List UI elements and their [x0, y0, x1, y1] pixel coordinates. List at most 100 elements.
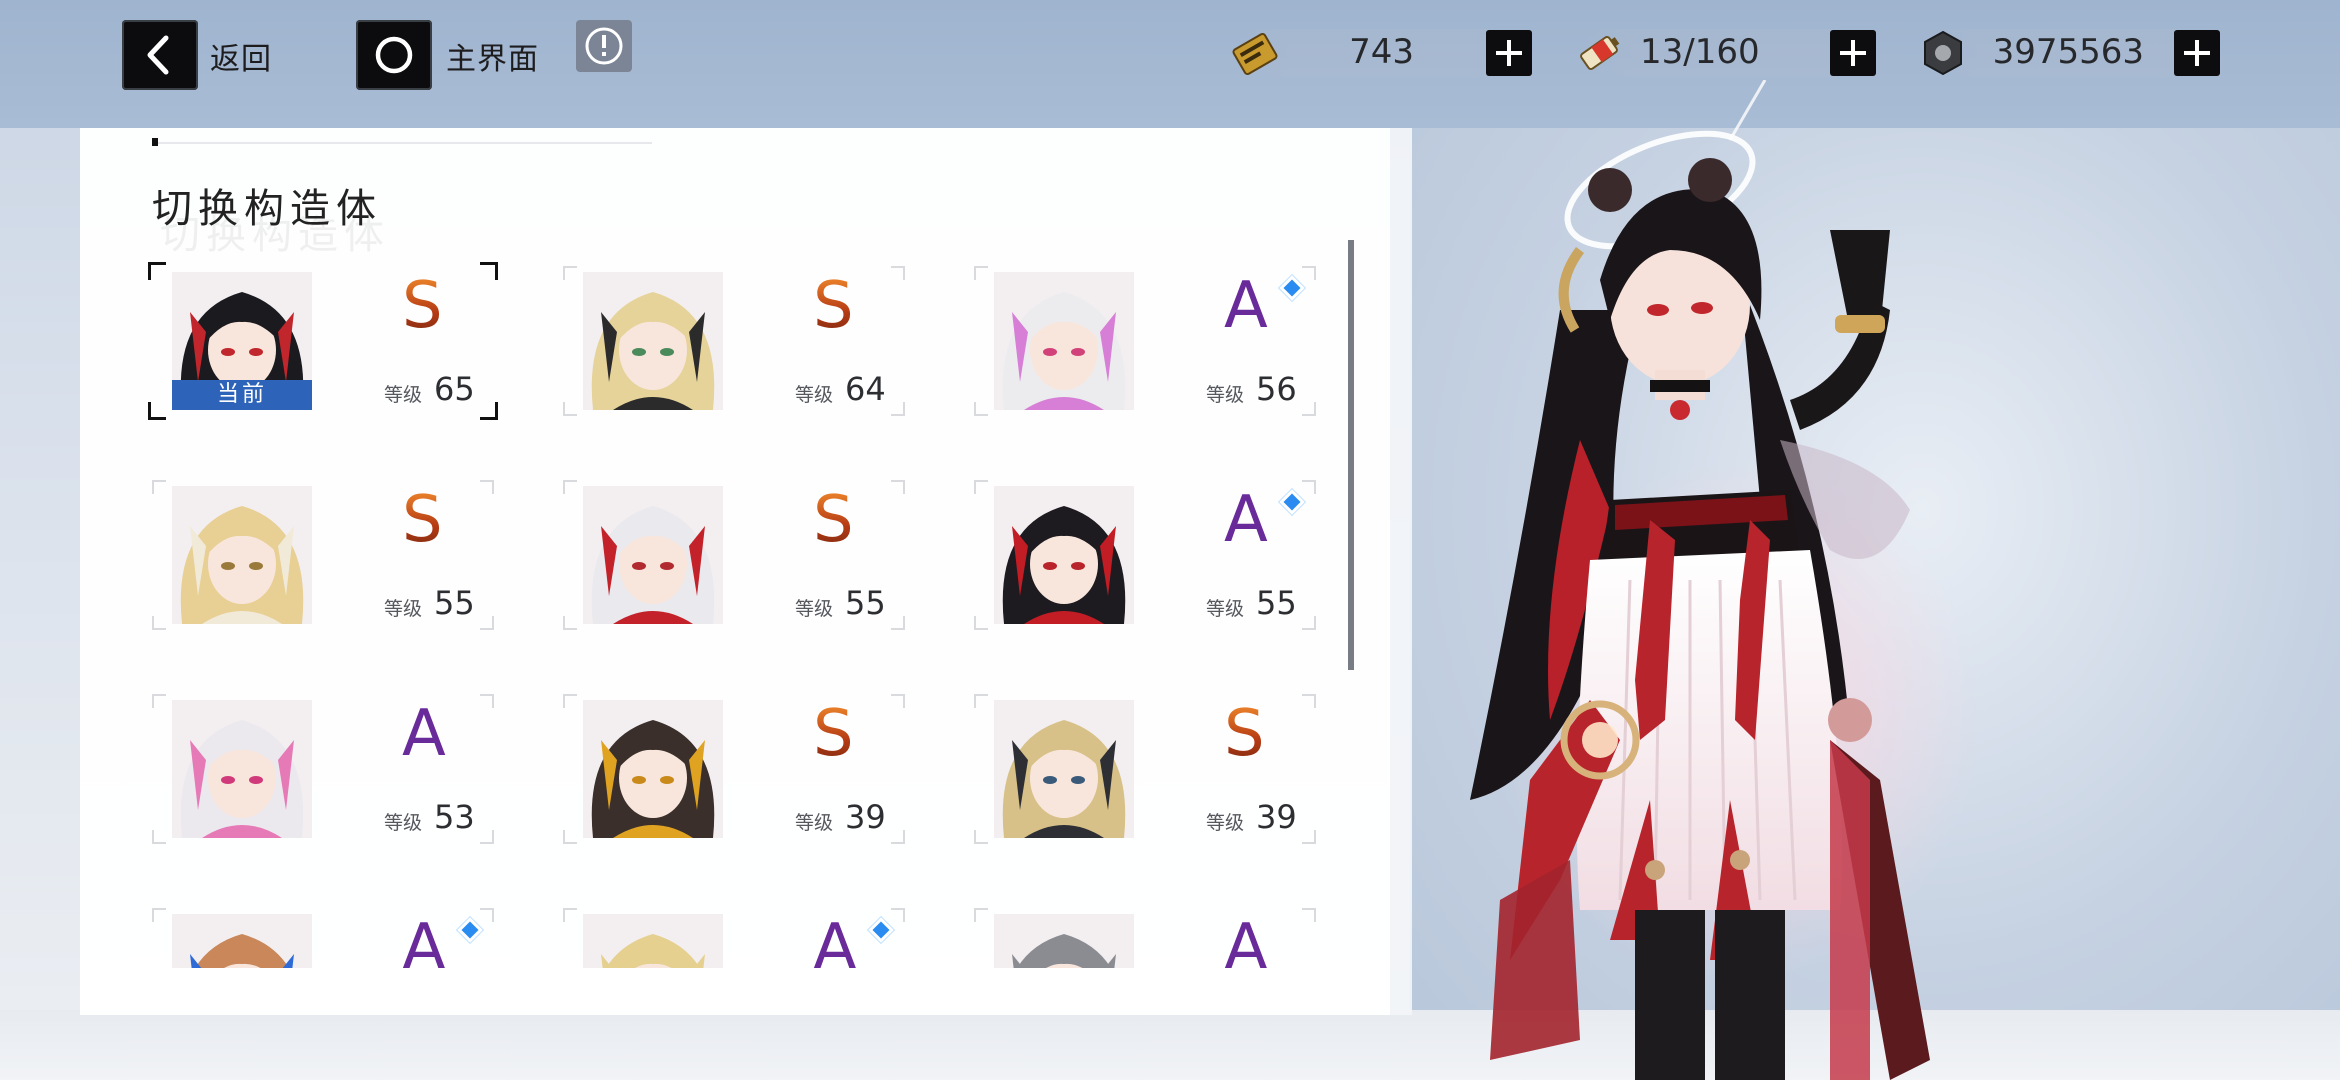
portrait-art — [994, 914, 1134, 968]
card-corner-bracket — [891, 830, 905, 844]
card-corner-bracket — [1302, 908, 1316, 922]
level-label: 等级 — [1206, 384, 1245, 406]
character-portrait — [583, 486, 723, 624]
card-corner-bracket — [974, 830, 988, 844]
card-corner-bracket — [891, 616, 905, 630]
hero-character-illustration — [1470, 80, 1980, 1080]
card-corner-bracket — [1302, 694, 1316, 708]
back-button[interactable] — [122, 20, 198, 90]
character-card[interactable]: A 等级 53 — [152, 694, 494, 844]
card-corner-bracket — [974, 694, 988, 708]
character-portrait — [994, 486, 1134, 624]
character-portrait — [583, 272, 723, 410]
battery-icon — [1580, 36, 1620, 70]
scrollbar-thumb[interactable] — [1348, 240, 1354, 670]
stamina-card-icon — [1232, 32, 1278, 76]
diamond-icon — [461, 921, 479, 939]
character-card[interactable]: S 等级 55 — [563, 480, 905, 630]
level-label: 等级 — [384, 812, 423, 834]
portrait-art — [583, 914, 723, 968]
character-portrait — [994, 272, 1134, 410]
card-corner-bracket — [1302, 830, 1316, 844]
add-battery-button[interactable] — [1830, 30, 1876, 76]
level-value: 55 — [845, 584, 886, 622]
character-card[interactable]: A — [563, 908, 905, 968]
info-button[interactable] — [576, 20, 632, 72]
rank-badge: A — [1224, 269, 1268, 343]
card-corner-bracket — [563, 616, 577, 630]
diamond-icon — [1283, 279, 1301, 297]
card-corner-bracket — [1302, 402, 1316, 416]
level-value: 55 — [1256, 584, 1297, 622]
level-label: 等级 — [795, 384, 834, 406]
character-portrait — [583, 914, 723, 968]
portrait-art — [172, 486, 312, 624]
card-corner-bracket — [480, 830, 494, 844]
card-corner-bracket — [974, 266, 988, 280]
card-corner-bracket — [1302, 480, 1316, 494]
card-corner-bracket — [152, 480, 166, 494]
rank-badge: A — [402, 911, 446, 968]
level-label: 等级 — [795, 812, 834, 834]
card-corner-bracket — [563, 266, 577, 280]
character-card[interactable]: 当前 S 等级 65 — [148, 262, 498, 420]
card-corner-bracket — [891, 480, 905, 494]
card-corner-bracket — [563, 402, 577, 416]
character-portrait — [994, 914, 1134, 968]
portrait-art — [583, 486, 723, 624]
portrait-art — [172, 914, 312, 968]
card-corner-bracket — [974, 616, 988, 630]
home-label[interactable]: 主界面 — [446, 34, 539, 78]
card-corner-bracket — [974, 402, 988, 416]
level-label: 等级 — [384, 598, 423, 620]
character-card[interactable]: A 等级 55 — [974, 480, 1316, 630]
battery-value: 13/160 — [1640, 32, 1760, 72]
rank-badge: A — [402, 697, 446, 771]
level-label: 等级 — [384, 384, 423, 406]
character-card[interactable]: S 等级 39 — [563, 694, 905, 844]
coin-icon — [1924, 30, 1962, 76]
card-corner-bracket — [152, 616, 166, 630]
character-portrait — [583, 700, 723, 838]
character-card[interactable]: A — [152, 908, 494, 968]
card-corner-bracket — [148, 262, 166, 280]
character-card[interactable]: S 等级 64 — [563, 266, 905, 416]
add-coin-button[interactable] — [2174, 30, 2220, 76]
level-label: 等级 — [1206, 598, 1245, 620]
circle-icon — [375, 36, 413, 74]
card-corner-bracket — [891, 694, 905, 708]
character-card[interactable]: A 等级 56 — [974, 266, 1316, 416]
add-stamina-button[interactable] — [1486, 30, 1532, 76]
level-value: 39 — [845, 798, 886, 836]
character-card[interactable]: S 等级 55 — [152, 480, 494, 630]
home-button[interactable] — [356, 20, 432, 90]
card-corner-bracket — [974, 908, 988, 922]
chevron-left-icon — [147, 35, 169, 75]
diamond-icon — [1283, 493, 1301, 511]
card-corner-bracket — [563, 908, 577, 922]
exclamation-circle-icon — [585, 27, 623, 65]
card-corner-bracket — [1302, 616, 1316, 630]
card-corner-bracket — [891, 402, 905, 416]
card-corner-bracket — [891, 908, 905, 922]
level-value: 64 — [845, 370, 886, 408]
rank-badge: A — [1224, 911, 1268, 968]
portrait-art — [583, 272, 723, 410]
panel-edge — [1390, 128, 1412, 1015]
card-corner-bracket — [480, 694, 494, 708]
character-portrait — [994, 700, 1134, 838]
diamond-icon — [872, 921, 890, 939]
level-label: 等级 — [1206, 812, 1245, 834]
card-corner-bracket — [148, 402, 166, 420]
rank-badge: S — [1224, 697, 1265, 771]
rank-badge: S — [813, 269, 854, 343]
back-label[interactable]: 返回 — [210, 34, 272, 78]
portrait-art — [583, 700, 723, 838]
stamina-value: 743 — [1349, 32, 1414, 72]
character-card[interactable]: A — [974, 908, 1316, 968]
character-card[interactable]: S 等级 39 — [974, 694, 1316, 844]
card-corner-bracket — [152, 908, 166, 922]
rank-badge: A — [813, 911, 857, 968]
panel-title: 切换构造体 — [152, 186, 382, 232]
card-corner-bracket — [152, 694, 166, 708]
